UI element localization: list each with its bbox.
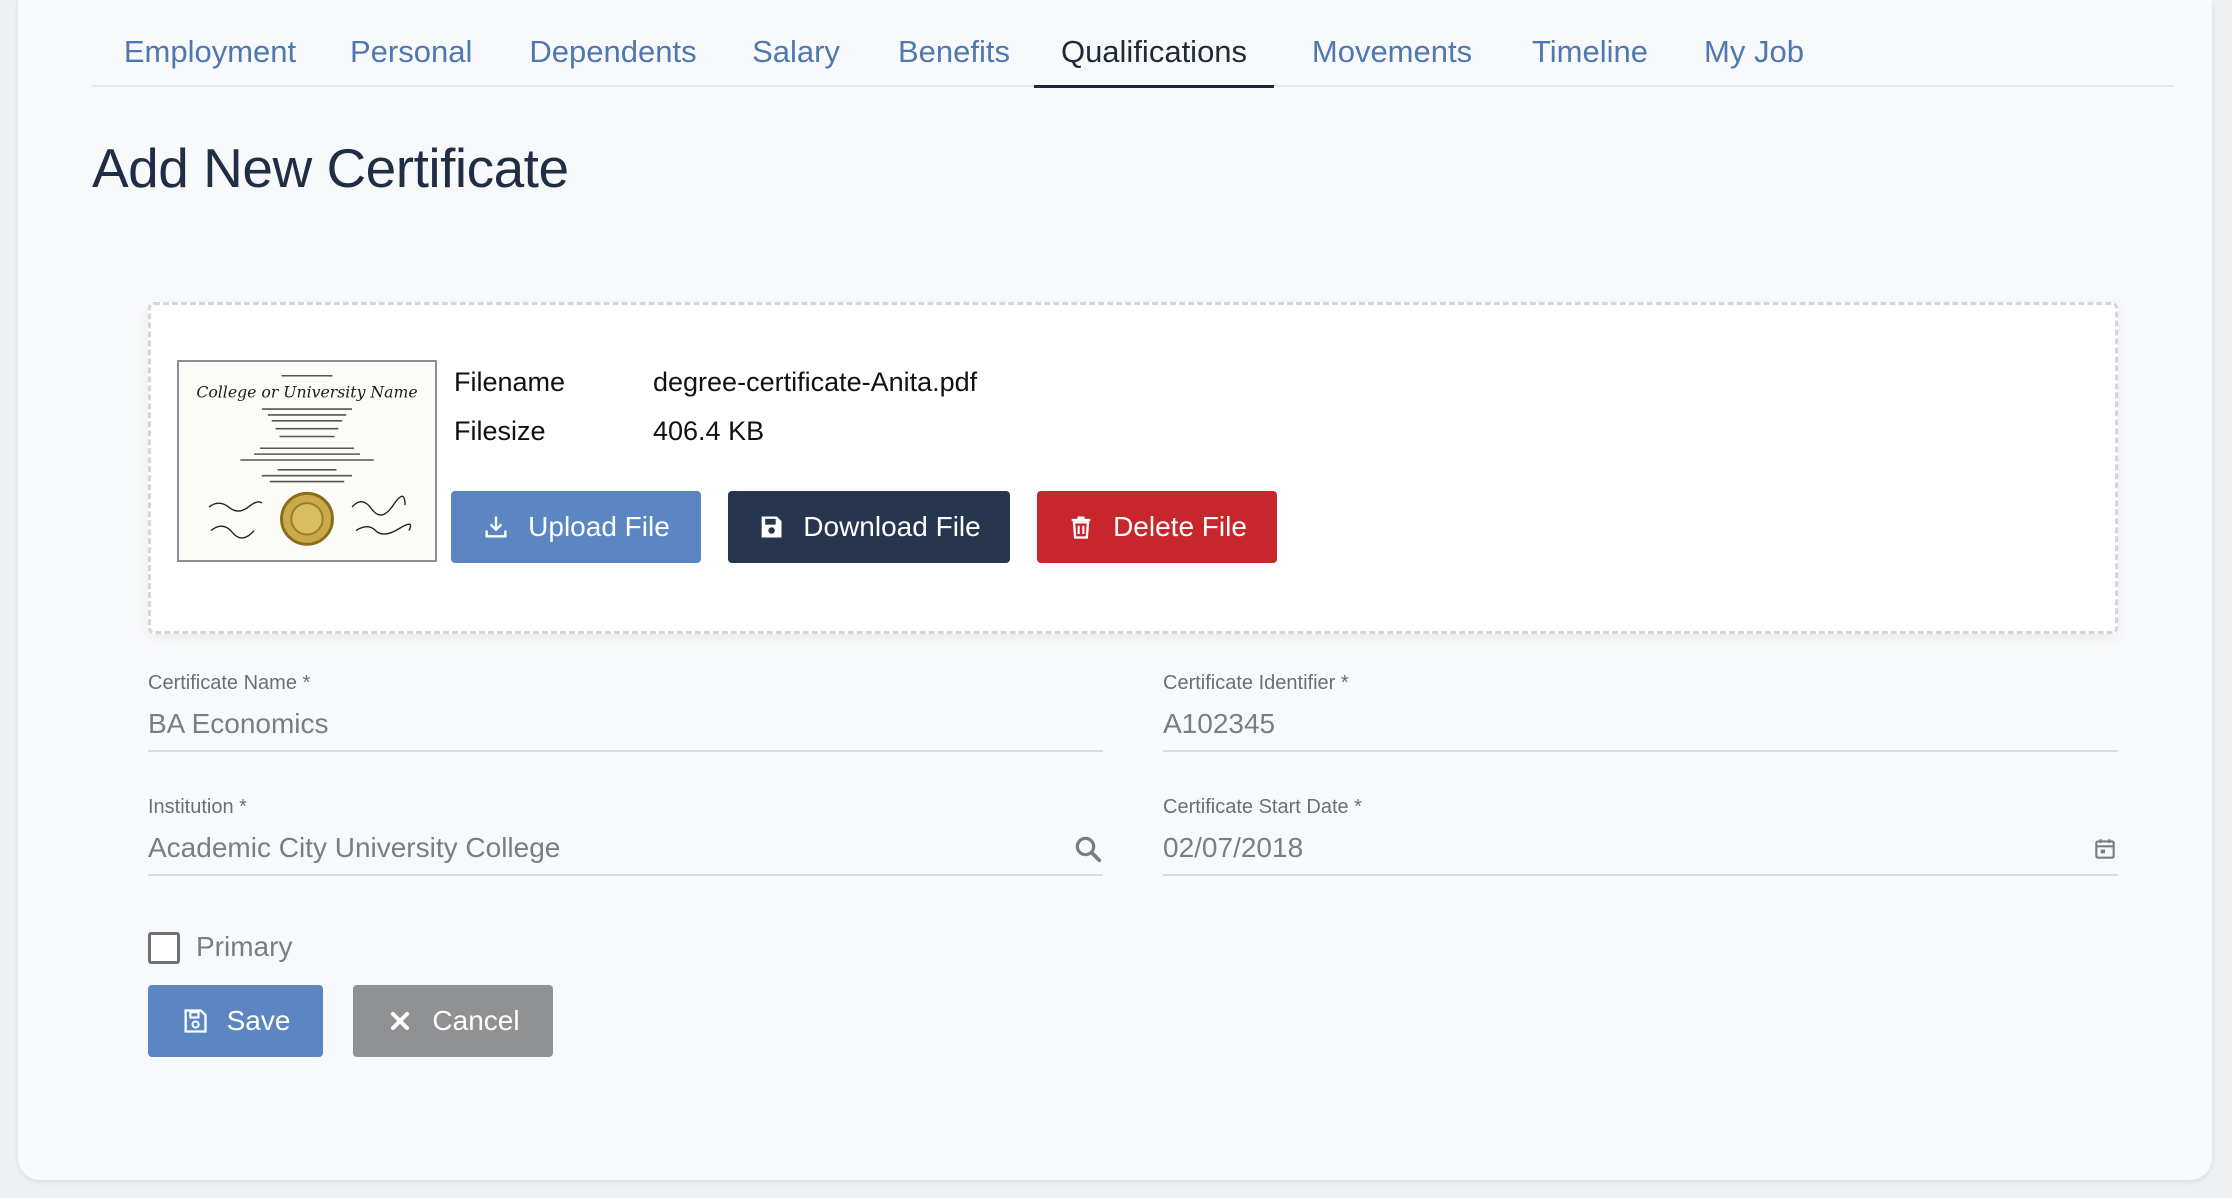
start-date-input[interactable]: 02/07/2018 — [1163, 832, 1303, 864]
start-date-label: Certificate Start Date * — [1163, 796, 1362, 818]
tab-my-job[interactable]: My Job — [1696, 0, 1812, 87]
download-file-button[interactable]: Download File — [728, 491, 1010, 563]
trash-icon — [1071, 516, 1091, 539]
calendar-icon[interactable] — [2092, 836, 2118, 862]
save-label: Save — [226, 1005, 291, 1036]
delete-file-button[interactable]: Delete File — [1037, 491, 1277, 563]
floppy-disk-icon — [184, 1009, 207, 1033]
certificate-thumbnail: College or University Name — [177, 360, 437, 562]
save-button[interactable]: Save — [148, 985, 323, 1057]
primary-label[interactable]: Primary — [196, 931, 292, 963]
tab-personal[interactable]: Personal — [350, 0, 472, 87]
filesize-value: 406.4 KB — [653, 416, 765, 446]
thumbnail-heading: College or University Name — [196, 382, 417, 401]
cancel-button[interactable]: Cancel — [353, 985, 553, 1057]
primary-checkbox[interactable] — [148, 932, 180, 964]
institution-label: Institution * — [148, 796, 247, 818]
file-dropzone[interactable]: College or University Name Filename degr… — [148, 302, 2118, 634]
upload-file-label: Upload File — [528, 511, 670, 542]
start-date-field[interactable]: Certificate Start Date * 02/07/2018 — [1163, 796, 2118, 876]
content-card: Employment Personal Dependents Salary Be… — [18, 0, 2212, 1180]
tab-dependents[interactable]: Dependents — [526, 0, 700, 87]
download-file-label: Download File — [803, 511, 981, 542]
filename-label: Filename — [454, 367, 566, 397]
certificate-identifier-input[interactable]: A102345 — [1163, 708, 1275, 740]
institution-input[interactable]: Academic City University College — [148, 832, 560, 864]
tab-movements[interactable]: Movements — [1304, 0, 1480, 87]
tab-timeline[interactable]: Timeline — [1524, 0, 1656, 87]
upload-icon — [485, 516, 507, 538]
search-icon[interactable] — [1073, 834, 1103, 864]
cancel-label: Cancel — [432, 1005, 520, 1036]
certificate-name-field[interactable]: Certificate Name * BA Economics — [148, 672, 1103, 752]
tab-employment[interactable]: Employment — [122, 0, 298, 87]
institution-field[interactable]: Institution * Academic City University C… — [148, 796, 1103, 876]
certificate-name-label: Certificate Name * — [148, 672, 311, 694]
page-title: Add New Certificate — [92, 137, 569, 199]
certificate-identifier-label: Certificate Identifier * — [1163, 672, 1349, 694]
certificate-name-input[interactable]: BA Economics — [148, 708, 329, 740]
tab-qualifications[interactable]: Qualifications — [1034, 0, 1274, 88]
filesize-label: Filesize — [454, 416, 546, 446]
floppy-disk-icon — [761, 516, 782, 538]
tab-benefits[interactable]: Benefits — [892, 0, 1016, 87]
close-icon — [391, 1012, 410, 1030]
delete-file-label: Delete File — [1113, 511, 1247, 542]
upload-file-button[interactable]: Upload File — [451, 491, 701, 563]
certificate-identifier-field[interactable]: Certificate Identifier * A102345 — [1163, 672, 2118, 752]
tab-bar: Employment Personal Dependents Salary Be… — [92, 0, 2174, 88]
tab-salary[interactable]: Salary — [748, 0, 844, 87]
filename-value: degree-certificate-Anita.pdf — [653, 367, 978, 397]
